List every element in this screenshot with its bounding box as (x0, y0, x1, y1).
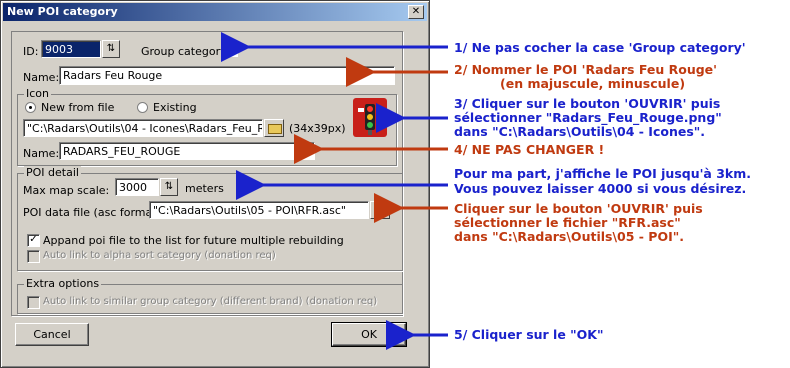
annotation-4: 4/ NE PAS CHANGER ! (454, 142, 605, 157)
annotation-3-line3: dans "C:\Radars\Outils\04 - Icones". (454, 124, 706, 139)
annotation-6-line1: Cliquer sur le bouton 'OUVRIR' puis (454, 201, 703, 216)
annotation-5-line2: Vous pouvez laisser 4000 si vous désirez… (454, 181, 747, 196)
annotation-1: 1/ Ne pas cocher la case 'Group category… (454, 40, 746, 55)
annotation-2-line1: 2/ Nommer le POI 'Radars Feu Rouge' (454, 62, 717, 77)
annotation-3-line2: sélectionner "Radars_Feu_Rouge.png" (454, 110, 722, 125)
annotation-2-line2: (en majuscule, minuscule) (500, 76, 686, 91)
annotation-6-line3: dans "C:\Radars\Outils\05 - POI". (454, 229, 684, 244)
annotation-6-line2: sélectionner le fichier "RFR.asc" (454, 215, 681, 230)
annotation-3-line1: 3/ Cliquer sur le bouton 'OUVRIR' puis (454, 96, 721, 111)
annotation-7: 5/ Cliquer sur le "OK" (454, 327, 604, 342)
annotation-5-line1: Pour ma part, j'affiche le POI jusqu'à 3… (454, 166, 751, 181)
